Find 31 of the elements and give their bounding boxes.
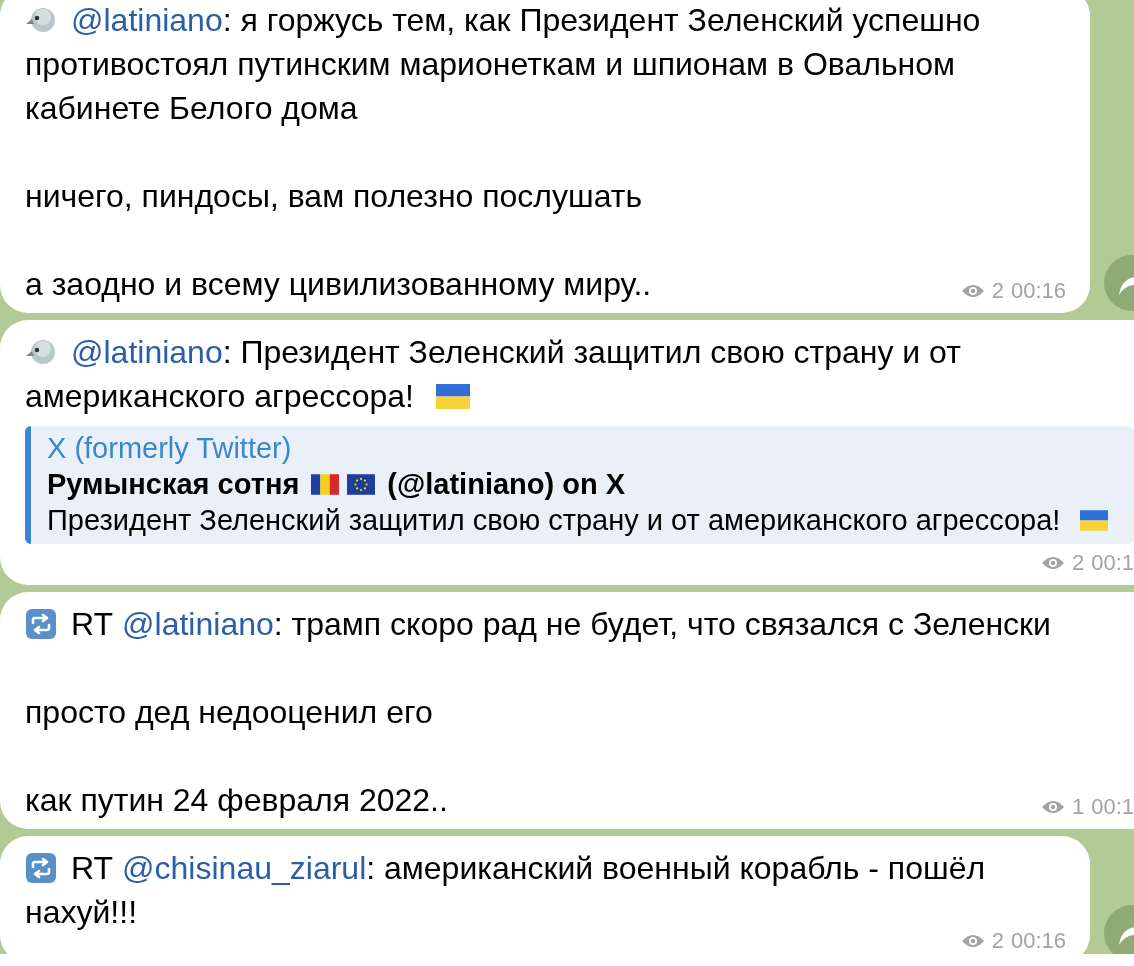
message-text: ничего, пиндосы, вам полезно послушать [25,178,643,214]
preview-site: X (formerly Twitter) [47,431,293,466]
repeat-icon [25,608,57,640]
message-time: 00:1 [1091,550,1134,576]
message-time: 00:1 [1091,794,1134,820]
view-count: 1 [1071,794,1085,820]
view-count: 2 [991,928,1004,954]
message-time: 00:16 [1010,928,1066,954]
message-time: 00:16 [1010,278,1066,304]
message-text: @latiniano: я горжусь тем, как Президент Зеленский успешно противостоял путинским марионеткам и шпионам в Овальном кабинете Белого дома [25,1,982,128]
message-text: просто дед недооценил его [25,694,433,730]
message-text: а заодно и всему цивилизованному миру.. [25,266,652,302]
link-preview[interactable]: X (formerly Twitter) Румынская сотня (@latiniano) on X Президент Зеленский защитил свою страну и от американского агрессора! [25,426,1134,544]
eye-icon [960,283,985,299]
username-link[interactable]: @latiniano [122,606,274,642]
eye-icon [960,933,985,949]
repeat-icon [25,852,57,884]
username-link[interactable]: @latiniano [71,334,223,370]
preview-description: Президент Зеленский защитил свою страну и от американского агрессора! [47,503,1061,538]
message-text: RT @chisinau_ziarul: американский военный корабль - пошёл нахуй!!! [25,849,987,932]
preview-title: Румынская сотня [47,467,300,502]
preview-title: (@latiniano) on X [387,467,626,502]
view-count: 2 [991,278,1004,304]
eye-icon [1040,555,1065,571]
username-link[interactable]: @chisinau_ziarul [122,850,367,886]
view-count: 2 [1071,550,1085,576]
message-text: как путин 24 февраля 2022.. [25,782,448,818]
eye-icon [1040,799,1065,815]
username-link[interactable]: @latiniano [71,2,223,38]
message-text: RT @latiniano: трамп скоро рад не будет, что связался с Зеленски [25,602,1070,646]
message-text: @latiniano: Президент Зеленский защитил свою страну и от американского агрессора! [25,333,962,416]
